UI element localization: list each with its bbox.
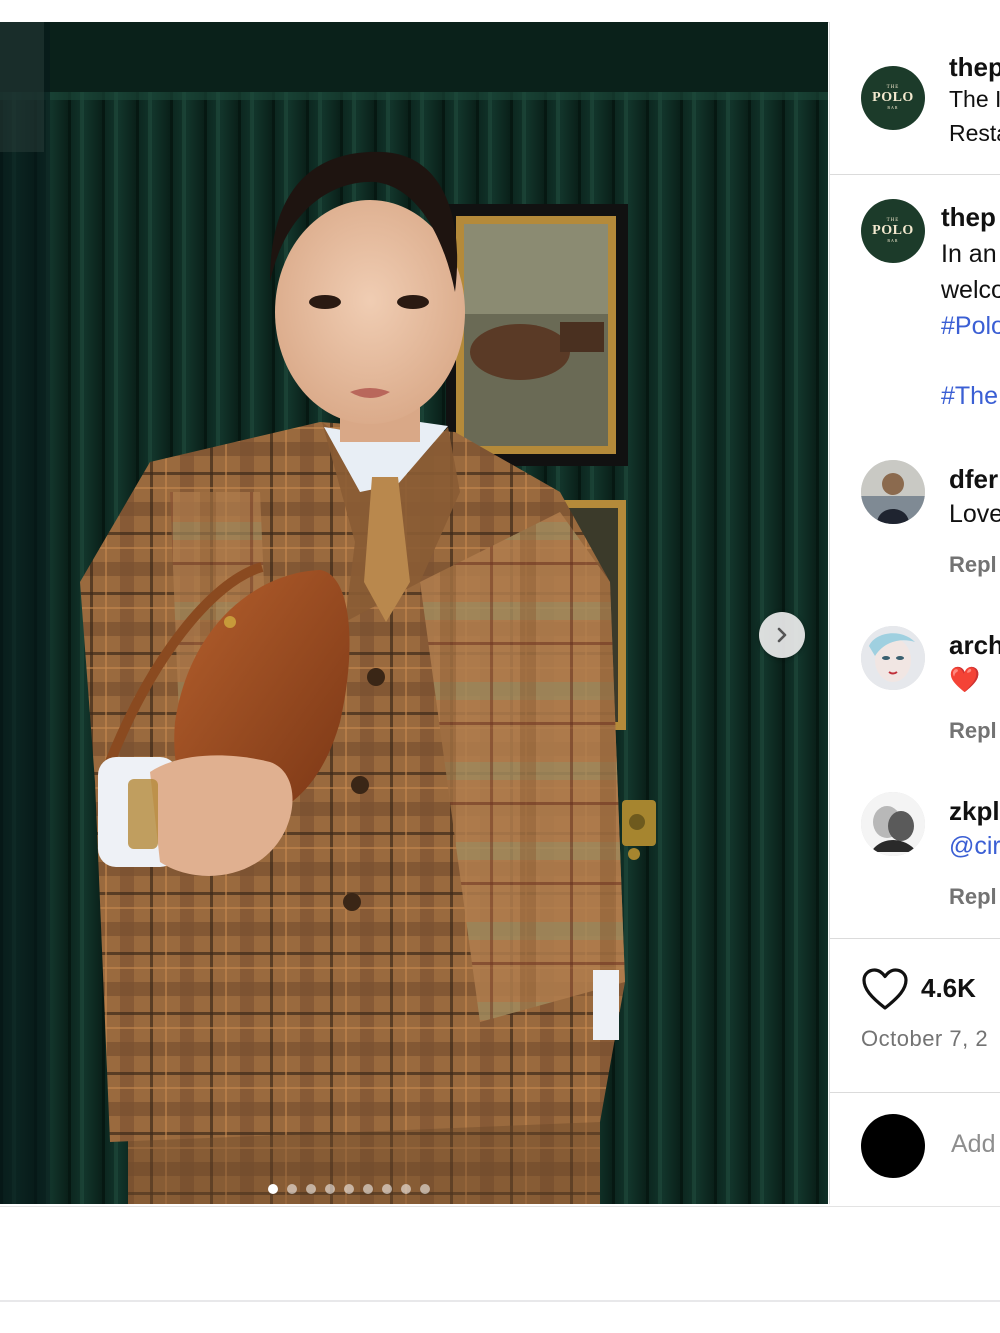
carousel-dot <box>382 1184 392 1194</box>
avatar-photo-icon <box>861 626 925 690</box>
post-photo[interactable] <box>0 22 828 1204</box>
header-username[interactable]: thep <box>949 52 1000 83</box>
comment-box-divider <box>830 1092 1000 1093</box>
carousel-dot <box>306 1184 316 1194</box>
header-subtitle-line2: Resta <box>949 120 1000 146</box>
page-divider <box>0 1300 1000 1302</box>
carousel-dot <box>268 1184 278 1194</box>
current-user-avatar <box>861 1114 925 1178</box>
carousel-dot <box>287 1184 297 1194</box>
comment-avatar[interactable] <box>861 460 925 524</box>
reply-button[interactable]: Repl <box>949 884 997 910</box>
comment-username[interactable]: dfer <box>949 464 998 495</box>
logo-main-text: POLO <box>872 90 914 105</box>
logo-bottom-text: BAR <box>887 105 899 110</box>
avatar-photo-icon <box>861 460 925 524</box>
actions-divider <box>830 938 1000 939</box>
carousel-dot <box>420 1184 430 1194</box>
comment-text: ❤️ <box>949 666 981 694</box>
caption-username[interactable]: thep <box>941 202 996 233</box>
comment-username[interactable]: zkpl <box>949 796 1000 827</box>
header-divider <box>830 174 1000 175</box>
next-photo-button[interactable] <box>759 612 805 658</box>
comment-text: Love <box>949 500 1000 528</box>
post-date: October 7, 2 <box>861 1026 989 1051</box>
post-side-panel: THE POLO BAR thep The I Resta THE POLO B… <box>829 22 1000 1204</box>
reply-button[interactable]: Repl <box>949 718 997 744</box>
header-subtitle-line1: The I <box>949 86 1000 112</box>
logo-main-text: POLO <box>872 223 914 238</box>
chevron-right-icon <box>777 627 787 643</box>
carousel-dot <box>344 1184 354 1194</box>
like-count[interactable]: 4.6K <box>921 973 976 1004</box>
carousel-dot <box>363 1184 373 1194</box>
comment-username[interactable]: arch <box>949 630 1000 661</box>
caption-line: In an <box>941 240 997 268</box>
carousel-dot <box>325 1184 335 1194</box>
caption-line: welco <box>941 276 1000 304</box>
comment-avatar[interactable] <box>861 626 925 690</box>
comment-text[interactable]: @cir <box>949 832 1000 861</box>
logo-bottom-text: BAR <box>887 238 899 243</box>
carousel-indicator <box>268 1184 430 1194</box>
caption-avatar[interactable]: THE POLO BAR <box>861 199 925 263</box>
post-photo-illustration <box>0 22 828 1204</box>
add-comment-input[interactable]: Add <box>951 1130 995 1159</box>
account-avatar[interactable]: THE POLO BAR <box>861 66 925 130</box>
caption-hashtag[interactable]: #Polo <box>941 312 1000 341</box>
avatar-photo-icon <box>861 792 925 856</box>
reply-button[interactable]: Repl <box>949 552 997 578</box>
heart-outline-icon[interactable] <box>861 967 909 1011</box>
carousel-dot <box>401 1184 411 1194</box>
comment-avatar[interactable] <box>861 792 925 856</box>
caption-hashtag[interactable]: #The <box>941 382 998 411</box>
